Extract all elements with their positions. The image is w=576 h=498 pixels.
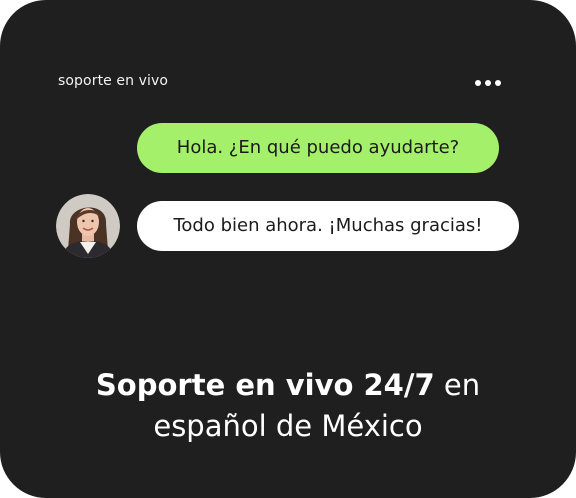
agent-message-bubble: Hola. ¿En qué puedo ayudarte? xyxy=(137,123,499,173)
support-card: soporte en vivo Hola. ¿En qué puedo ayud… xyxy=(0,0,576,498)
more-options-button[interactable] xyxy=(470,72,506,94)
user-message-bubble: Todo bien ahora. ¡Muchas gracias! xyxy=(137,201,519,251)
header-title: soporte en vivo xyxy=(58,73,169,89)
headline: Soporte en vivo 24/7 en español de Méxic… xyxy=(0,365,576,447)
more-horizontal-icon xyxy=(475,80,501,86)
headline-line1: Soporte en vivo 24/7 en xyxy=(0,365,576,406)
headline-bold: Soporte en vivo 24/7 xyxy=(95,368,435,402)
headline-line2: español de México xyxy=(153,409,423,443)
user-avatar xyxy=(56,194,120,258)
headline-regular: en xyxy=(434,368,481,402)
user-avatar-photo xyxy=(56,194,120,258)
